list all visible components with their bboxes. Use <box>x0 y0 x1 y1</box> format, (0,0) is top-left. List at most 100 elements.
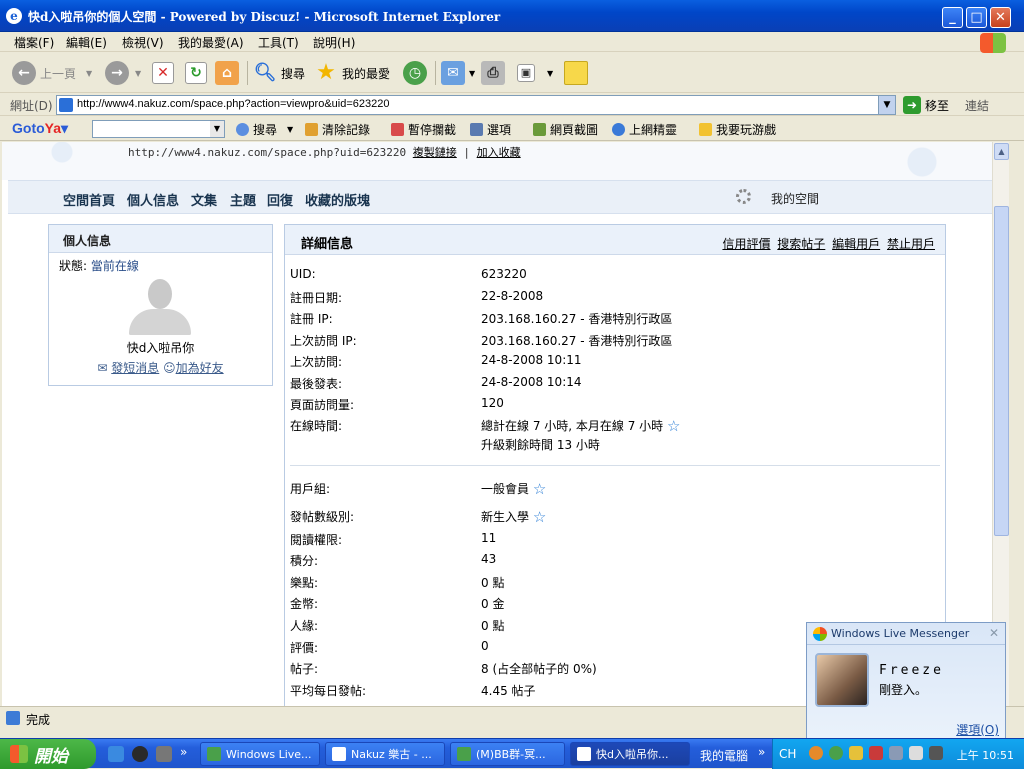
task-nakuz[interactable]: Nakuz 樂古 - ... <box>325 742 445 766</box>
history-button[interactable]: ◷ <box>403 59 427 87</box>
toolbar-more-icon[interactable]: » <box>758 745 765 759</box>
add-friend-link[interactable]: 加為好友 <box>176 361 224 375</box>
notes-button[interactable] <box>564 59 588 87</box>
search-button[interactable]: 🔍︎ 搜尋 <box>253 59 305 87</box>
menu-favorites[interactable]: 我的最愛(A) <box>178 34 244 51</box>
block-icon <box>391 123 404 136</box>
options-icon <box>470 123 483 136</box>
task-bb-group[interactable]: (M)BB群-冥... <box>450 742 565 766</box>
search-icon: 🔍︎ <box>253 62 277 83</box>
gotoya-dropdown-icon[interactable]: ▼ <box>210 121 224 137</box>
edit-button[interactable]: ▣ ▼ <box>517 59 553 87</box>
tray-arrow-icon[interactable] <box>809 746 823 760</box>
menu-help[interactable]: 說明(H) <box>313 34 355 51</box>
nav-replies[interactable]: 回復 <box>267 190 293 209</box>
nav-threads[interactable]: 主題 <box>230 190 256 209</box>
messenger-title: Windows Live Messenger <box>831 627 970 640</box>
refresh-button[interactable]: ↻ <box>185 59 207 87</box>
favorites-label: 我的最愛 <box>342 66 391 81</box>
menu-tools[interactable]: 工具(T) <box>258 34 299 51</box>
close-button[interactable]: ✕ <box>990 7 1011 28</box>
minimize-button[interactable]: _ <box>942 7 963 28</box>
back-button[interactable]: ← 上一頁 ▼ <box>12 59 92 87</box>
menu-view[interactable]: 檢視(V) <box>122 34 164 51</box>
search-posts-link[interactable]: 搜索帖子 <box>777 237 825 251</box>
tray-messenger-icon[interactable] <box>829 746 843 760</box>
contact-avatar <box>815 653 869 707</box>
home-button[interactable]: ⌂ <box>215 59 239 87</box>
messenger-notification[interactable]: Windows Live Messenger ✕ Freeze 剛登入。 選項(… <box>806 622 1006 740</box>
messenger-logo-icon <box>813 627 827 641</box>
row-label-regdate: 註冊日期: <box>290 291 343 305</box>
address-dropdown-icon[interactable]: ▼ <box>878 96 895 114</box>
gotoya-options[interactable]: 選項 <box>470 121 511 138</box>
game-quicklaunch-icon[interactable] <box>156 746 172 762</box>
window-title-bar[interactable]: e 快d入啦吊你的個人空間 - Powered by Discuz! - Mic… <box>0 0 1024 32</box>
detail-title: 詳細信息 <box>301 237 354 252</box>
language-indicator[interactable]: CH <box>779 747 796 761</box>
media-player-icon[interactable] <box>132 746 148 762</box>
nav-space-home[interactable]: 空間首頁 <box>63 190 115 209</box>
row-label-lastpost: 最後發表: <box>290 377 343 391</box>
mail-button[interactable]: ✉ ▼ <box>441 59 475 87</box>
tray-shield-icon[interactable] <box>849 746 863 760</box>
task-windows-live[interactable]: Windows Live... <box>200 742 320 766</box>
close-icon[interactable]: ✕ <box>989 626 999 640</box>
stop-icon: ✕ <box>152 62 174 84</box>
tray-device-icon[interactable] <box>929 746 943 760</box>
gotoya-games[interactable]: 我要玩游戲 <box>699 121 776 138</box>
send-message-link[interactable]: 發短消息 <box>111 361 159 375</box>
gotoya-logo[interactable]: GotoYa▾ <box>12 120 68 137</box>
favorites-button[interactable]: ★ 我的最愛 <box>314 59 390 87</box>
scroll-up-icon[interactable]: ▲ <box>994 143 1009 160</box>
gotoya-popup-block[interactable]: 暫停攔截 <box>391 121 456 138</box>
add-favorite-link[interactable]: 加入收藏 <box>477 146 521 159</box>
go-label: 移至 <box>925 98 950 113</box>
gotoya-search-input[interactable]: ▼ <box>92 120 225 138</box>
go-arrow-icon: ➜ <box>903 96 921 114</box>
tray-network-icon[interactable] <box>869 746 883 760</box>
my-space-link[interactable]: 我的空間 <box>771 190 819 207</box>
start-button[interactable]: 開始 <box>0 739 96 769</box>
gotoya-screenshot[interactable]: 網頁截圖 <box>533 121 598 138</box>
gear-icon[interactable] <box>736 189 751 204</box>
ie-quicklaunch-icon[interactable] <box>108 746 124 762</box>
links-button[interactable]: 連結 <box>965 97 989 114</box>
nav-profile[interactable]: 個人信息 <box>127 190 179 209</box>
quicklaunch-more-icon[interactable]: » <box>180 745 187 759</box>
row-label-pageviews: 頁面訪問量: <box>290 398 355 412</box>
address-bar: 網址(D) http://www4.nakuz.com/space.php?ac… <box>0 94 1024 116</box>
copy-link[interactable]: 複製鏈接 <box>413 146 457 159</box>
gotoya-wizard[interactable]: 上網精靈 <box>612 121 677 138</box>
nav-favorite-forums[interactable]: 收藏的版塊 <box>305 190 370 209</box>
space-url: http://www4.nakuz.com/space.php?uid=6232… <box>128 146 407 159</box>
avatar-body <box>129 309 191 335</box>
gotoya-logo-text-red: Ya <box>44 120 62 136</box>
task-current-page[interactable]: 快d入啦吊你... <box>570 742 690 766</box>
address-input[interactable]: http://www4.nakuz.com/space.php?action=v… <box>56 95 896 115</box>
nav-articles[interactable]: 文集 <box>191 190 217 209</box>
menu-file[interactable]: 檔案(F) <box>14 34 54 51</box>
scroll-thumb[interactable] <box>994 206 1009 536</box>
print-button[interactable]: ⎙ <box>481 59 505 87</box>
task-label: 快d入啦吊你... <box>596 748 669 761</box>
go-button[interactable]: ➜ 移至 <box>903 95 949 115</box>
stop-button[interactable]: ✕ <box>152 59 174 87</box>
messenger-options-link[interactable]: 選項(O) <box>956 721 999 738</box>
row-label-lepoints: 樂點: <box>290 576 319 590</box>
maximize-button[interactable]: □ <box>966 7 987 28</box>
row-value-readperm: 11 <box>481 531 497 545</box>
ban-user-link[interactable]: 禁止用戶 <box>887 237 935 251</box>
my-computer-toolbar[interactable]: 我的電腦 <box>700 747 748 764</box>
contact-message: 剛登入。 <box>879 683 928 697</box>
contact-name: Freeze <box>879 663 944 678</box>
gotoya-clear-history[interactable]: 清除記錄 <box>305 121 370 138</box>
gotoya-search-button[interactable]: 搜尋 ▼ <box>236 121 293 138</box>
tray-monitor-icon[interactable] <box>889 746 903 760</box>
forward-button[interactable]: → ▼ <box>105 59 141 87</box>
credit-rating-link[interactable]: 信用評價 <box>722 237 770 251</box>
task-label: Windows Live... <box>226 747 312 761</box>
edit-user-link[interactable]: 編輯用戶 <box>832 237 880 251</box>
tray-volume-icon[interactable] <box>909 746 923 760</box>
menu-edit[interactable]: 編輯(E) <box>66 34 107 51</box>
